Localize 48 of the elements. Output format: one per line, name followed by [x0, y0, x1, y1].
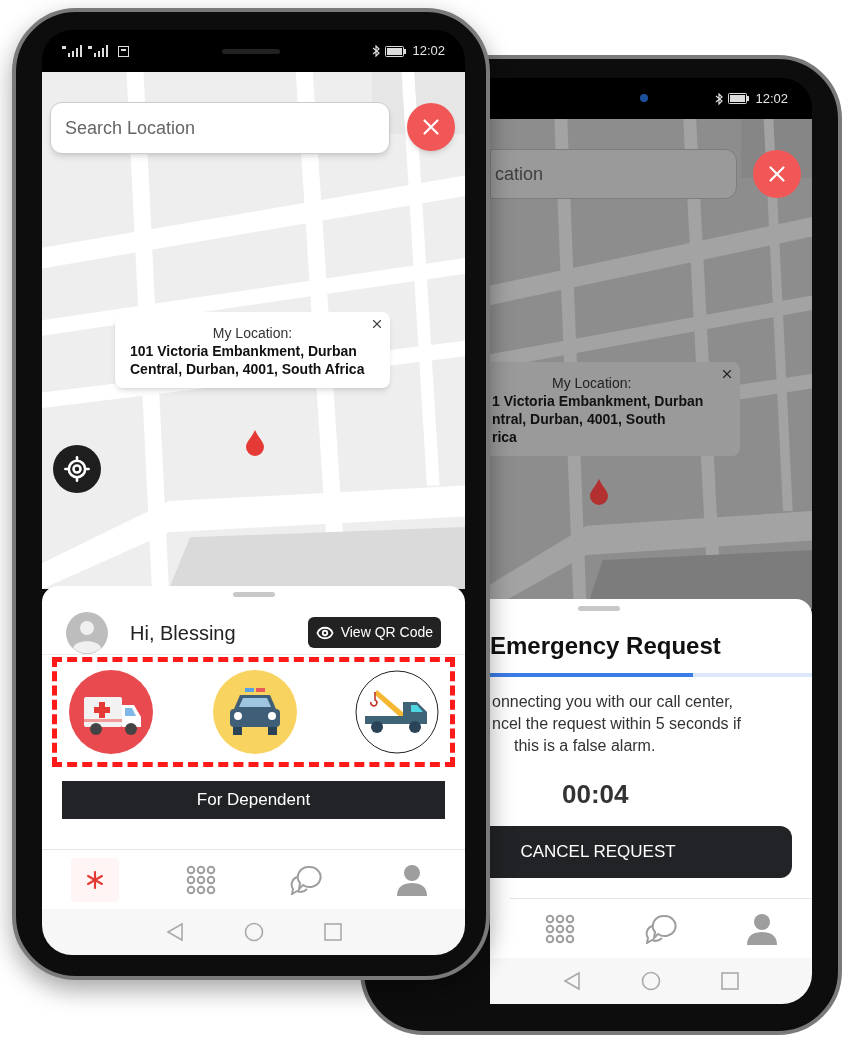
drag-handle[interactable] — [578, 606, 620, 611]
ambulance-icon — [68, 669, 154, 755]
close-icon[interactable] — [720, 367, 734, 381]
back-button[interactable] — [165, 922, 184, 942]
tow-truck-button[interactable] — [355, 670, 439, 754]
popup-address: 1 Victoria Embankment, Durban ntral, Durban, 4001, South rica — [492, 392, 705, 446]
home-button[interactable] — [641, 971, 661, 991]
battery-icon — [385, 45, 408, 57]
search-field[interactable]: cation — [490, 149, 737, 199]
countdown: 00:04 — [562, 778, 630, 811]
crosshair-icon — [63, 455, 91, 483]
recents-button[interactable] — [323, 923, 342, 941]
person-icon — [396, 863, 429, 896]
battery-icon — [728, 93, 751, 104]
home-button[interactable] — [243, 922, 264, 942]
person-icon — [745, 912, 778, 945]
greeting: Hi, Blessing — [130, 620, 236, 646]
popup-title: My Location: — [551, 374, 633, 392]
front-camera — [640, 94, 648, 102]
status-time: 12:02 — [412, 42, 445, 61]
popup-title: My Location: — [211, 324, 294, 342]
cancel-request-button[interactable]: CANCEL REQUEST — [490, 826, 792, 878]
earpiece — [221, 48, 280, 54]
search-field[interactable]: Search Location — [50, 102, 390, 154]
apps-grid-icon — [545, 913, 576, 944]
police-car-icon — [211, 669, 298, 755]
popup-address: 101 Victoria Embankment, Durban Central, Durban, 4001, South Africa — [130, 342, 366, 378]
sheet-title: Emergency Request — [490, 631, 722, 661]
status-time: 12:02 — [755, 89, 788, 108]
location-pin-icon — [589, 479, 609, 505]
chat-bubbles-icon — [289, 864, 324, 895]
bluetooth-icon — [372, 45, 381, 57]
for-dependent-button[interactable]: For Dependent — [62, 781, 445, 819]
chat-bubbles-icon — [644, 913, 678, 944]
police-car-button[interactable] — [211, 669, 298, 755]
ambulance-button[interactable] — [68, 669, 154, 755]
recents-button[interactable] — [721, 972, 739, 990]
apps-grid-icon — [185, 864, 216, 895]
drag-handle[interactable] — [232, 592, 275, 597]
bluetooth-icon — [715, 92, 724, 105]
back-button[interactable] — [563, 971, 581, 991]
view-qr-button[interactable]: View QR Code — [307, 617, 441, 648]
tow-truck-icon — [355, 670, 439, 754]
emergency-tab[interactable] — [70, 857, 119, 902]
request-message: onnecting you with our call center, ncel the request within 5 seconds if this is a false alarm. — [491, 692, 743, 756]
location-pin-icon — [245, 430, 265, 456]
close-icon[interactable] — [370, 317, 384, 331]
sim-icon — [118, 45, 129, 57]
